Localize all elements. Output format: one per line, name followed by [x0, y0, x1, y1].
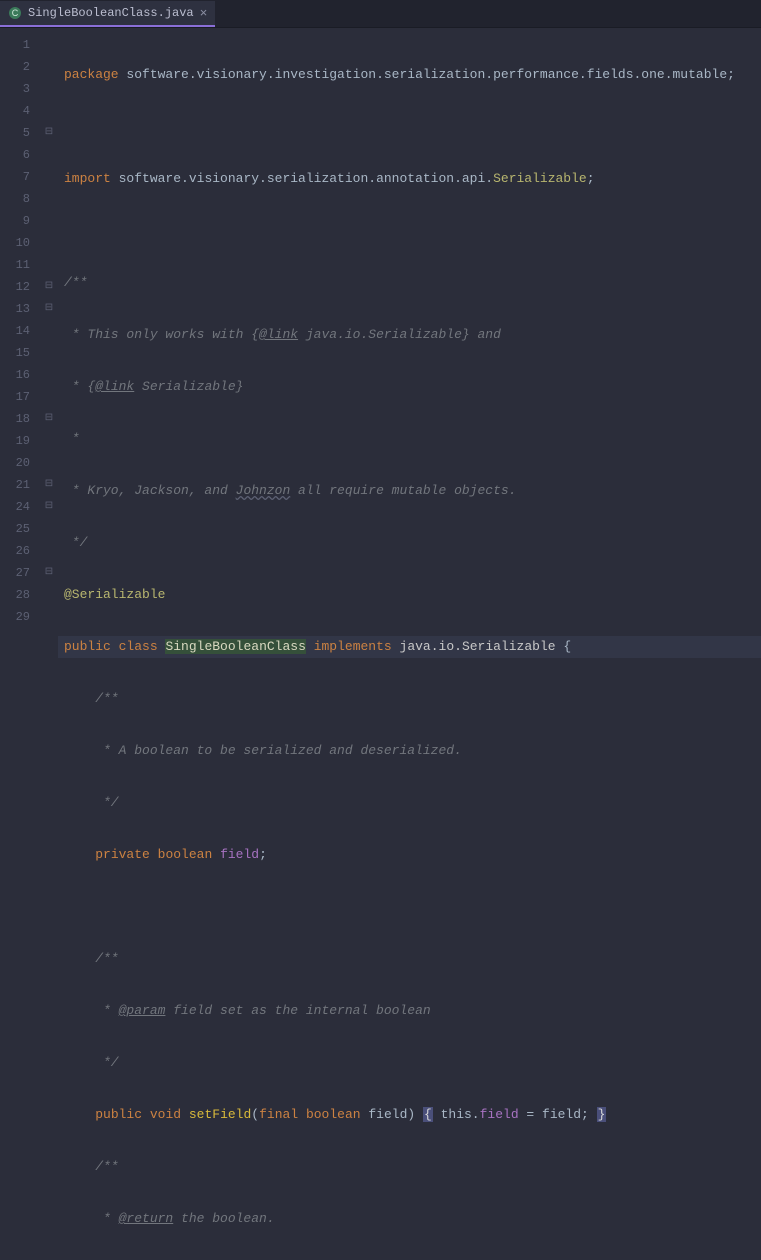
fold-marker	[40, 144, 58, 166]
line-number: 9	[0, 210, 40, 232]
line-number: 8	[0, 188, 40, 210]
line-number: 13	[0, 298, 40, 320]
line-number: 7	[0, 166, 40, 188]
line-number: 16	[0, 364, 40, 386]
line-number: 15	[0, 342, 40, 364]
fold-marker	[40, 232, 58, 254]
code-line: * This only works with {@link java.io.Se…	[58, 324, 761, 346]
fold-marker	[40, 540, 58, 562]
fold-marker	[40, 166, 58, 188]
fold-marker[interactable]: ⊟	[40, 562, 58, 584]
fold-marker[interactable]: ⊟	[40, 276, 58, 298]
code-line: * @param field set as the internal boole…	[58, 1000, 761, 1022]
fold-marker	[40, 364, 58, 386]
line-number: 29	[0, 606, 40, 628]
code-line: /**	[58, 688, 761, 710]
fold-gutter: ⊟⊟⊟⊟⊟⊟⊟	[40, 28, 58, 630]
line-number-gutter: 1234567891011121314151617181920212425262…	[0, 28, 40, 630]
fold-marker	[40, 518, 58, 540]
line-number: 3	[0, 78, 40, 100]
line-number: 18	[0, 408, 40, 430]
fold-marker[interactable]: ⊟	[40, 496, 58, 518]
code-line: /**	[58, 272, 761, 294]
fold-marker	[40, 386, 58, 408]
fold-marker	[40, 342, 58, 364]
code-line: * A boolean to be serialized and deseria…	[58, 740, 761, 762]
line-number: 17	[0, 386, 40, 408]
code-line: /**	[58, 948, 761, 970]
fold-marker	[40, 78, 58, 100]
code-line: * @return the boolean.	[58, 1208, 761, 1230]
code-area[interactable]: package software.visionary.investigation…	[58, 28, 761, 630]
fold-marker	[40, 56, 58, 78]
fold-marker	[40, 254, 58, 276]
code-editor[interactable]: 1234567891011121314151617181920212425262…	[0, 28, 761, 630]
file-tab[interactable]: C SingleBooleanClass.java ×	[0, 1, 215, 27]
fold-marker	[40, 606, 58, 628]
code-line: */	[58, 1052, 761, 1074]
fold-marker	[40, 188, 58, 210]
line-number: 27	[0, 562, 40, 584]
line-number: 12	[0, 276, 40, 298]
fold-marker	[40, 584, 58, 606]
line-number: 2	[0, 56, 40, 78]
line-number: 4	[0, 100, 40, 122]
fold-marker[interactable]: ⊟	[40, 474, 58, 496]
line-number: 24	[0, 496, 40, 518]
code-line-highlighted: public class SingleBooleanClass implemen…	[58, 636, 761, 658]
line-number: 21	[0, 474, 40, 496]
code-line: *	[58, 428, 761, 450]
tab-bar: C SingleBooleanClass.java ×	[0, 0, 761, 28]
fold-marker	[40, 430, 58, 452]
java-class-icon: C	[8, 6, 22, 20]
line-number: 11	[0, 254, 40, 276]
fold-marker	[40, 100, 58, 122]
fold-marker	[40, 452, 58, 474]
fold-marker	[40, 320, 58, 342]
line-number: 26	[0, 540, 40, 562]
line-number: 14	[0, 320, 40, 342]
code-line: /**	[58, 1156, 761, 1178]
code-line: import software.visionary.serialization.…	[58, 168, 761, 190]
line-number: 19	[0, 430, 40, 452]
line-number: 25	[0, 518, 40, 540]
code-line: * Kryo, Jackson, and Johnzon all require…	[58, 480, 761, 502]
code-line: */	[58, 532, 761, 554]
line-number: 6	[0, 144, 40, 166]
tab-filename: SingleBooleanClass.java	[28, 6, 194, 20]
fold-marker	[40, 34, 58, 56]
svg-text:C: C	[12, 8, 19, 18]
fold-marker[interactable]: ⊟	[40, 122, 58, 144]
fold-marker[interactable]: ⊟	[40, 408, 58, 430]
code-line: * {@link Serializable}	[58, 376, 761, 398]
fold-marker	[40, 210, 58, 232]
code-line: package software.visionary.investigation…	[58, 64, 761, 86]
line-number: 5	[0, 122, 40, 144]
code-line: @Serializable	[58, 584, 761, 606]
fold-marker[interactable]: ⊟	[40, 298, 58, 320]
line-number: 20	[0, 452, 40, 474]
code-line	[58, 896, 761, 918]
code-line	[58, 116, 761, 138]
line-number: 10	[0, 232, 40, 254]
close-icon[interactable]: ×	[200, 6, 208, 21]
code-line: public void setField(final boolean field…	[58, 1104, 761, 1126]
code-line	[58, 220, 761, 242]
code-line: private boolean field;	[58, 844, 761, 866]
line-number: 1	[0, 34, 40, 56]
line-number: 28	[0, 584, 40, 606]
code-line: */	[58, 792, 761, 814]
